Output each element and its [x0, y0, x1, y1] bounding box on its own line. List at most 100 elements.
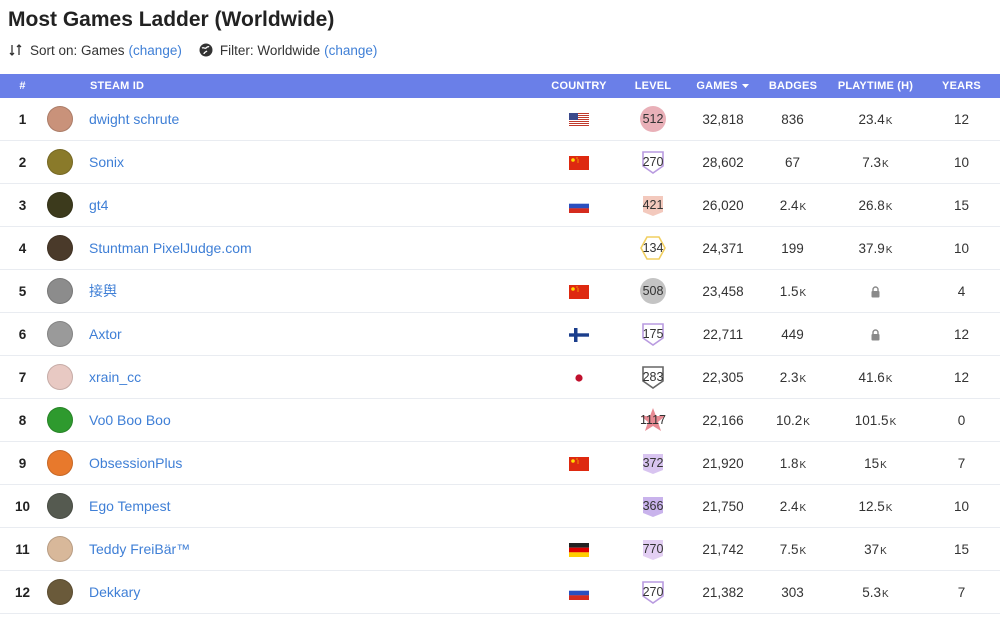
level-cell: 508	[618, 269, 688, 313]
level-badge: 270	[640, 579, 666, 605]
rank-cell: 1	[0, 98, 45, 141]
level-value: 283	[642, 370, 664, 384]
avatar[interactable]	[47, 106, 73, 132]
playtime-cell: 12.5K	[828, 484, 923, 528]
playtime-cell: 37K	[828, 527, 923, 571]
playtime-cell	[828, 269, 923, 313]
avatar[interactable]	[47, 192, 73, 218]
badges-value: 1.8	[779, 455, 799, 471]
years-cell: 12	[923, 355, 1000, 399]
player-name-link[interactable]: Ego Tempest	[89, 498, 170, 514]
country-cell	[540, 98, 618, 141]
level-badge: 421	[640, 192, 666, 218]
rank-cell: 3	[0, 183, 45, 227]
level-cell: 175	[618, 312, 688, 356]
ladder-table: # STEAM ID COUNTRY LEVEL GAMES BADGES PL…	[0, 74, 1000, 614]
level-badge: 175	[640, 321, 666, 347]
playtime-suffix: K	[885, 115, 893, 127]
avatar[interactable]	[47, 278, 73, 304]
player-name-link[interactable]: ObsessionPlus	[89, 455, 182, 471]
player-name-link[interactable]: Stuntman PixelJudge.com	[89, 240, 252, 256]
level-value: 270	[642, 155, 664, 169]
table-row[interactable]: 11 Teddy FreiBär™ 770 21,742 7.5K 37K 15	[0, 527, 1000, 571]
rank-cell: 7	[0, 355, 45, 399]
badges-suffix: K	[799, 373, 807, 385]
rank-cell: 2	[0, 140, 45, 184]
playtime-value: 37.9	[858, 240, 885, 256]
level-value: 421	[642, 198, 664, 212]
player-name-link[interactable]: Dekkary	[89, 584, 140, 600]
player-name-link[interactable]: gt4	[89, 197, 108, 213]
table-row[interactable]: 2 Sonix 270 28,602 67 7.3K 10	[0, 140, 1000, 184]
years-cell: 0	[923, 398, 1000, 442]
country-cell	[540, 355, 618, 399]
col-level[interactable]: LEVEL	[618, 74, 688, 98]
player-name-link[interactable]: xrain_cc	[89, 369, 141, 385]
country-cell	[540, 183, 618, 227]
playtime-suffix: K	[880, 545, 887, 557]
ladder-page: Most Games Ladder (Worldwide) Sort on: G…	[0, 0, 1000, 621]
table-row[interactable]: 6 Axtor 175 22,711 449 12	[0, 312, 1000, 356]
years-cell: 7	[923, 570, 1000, 614]
flag-fi-icon	[569, 327, 589, 342]
table-row[interactable]: 4 Stuntman PixelJudge.com 134 24,371 199…	[0, 226, 1000, 270]
playtime-suffix: K	[889, 416, 897, 428]
sort-change-link[interactable]: (change)	[129, 43, 182, 58]
avatar[interactable]	[47, 536, 73, 562]
col-country[interactable]: COUNTRY	[540, 74, 618, 98]
col-playtime[interactable]: PLAYTIME (H)	[828, 74, 923, 98]
playtime-value: 12.5	[858, 498, 885, 514]
avatar[interactable]	[47, 579, 73, 605]
badges-cell: 449	[758, 312, 828, 356]
filter-label: Filter: Worldwide	[219, 42, 321, 58]
player-name-link[interactable]: Vo0 Boo Boo	[89, 412, 171, 428]
badges-cell: 67	[758, 140, 828, 184]
badges-cell: 2.4K	[758, 484, 828, 528]
level-badge: 270	[640, 149, 666, 175]
level-value: 366	[642, 499, 664, 513]
table-row[interactable]: 12 Dekkary 270 21,382 303 5.3K 7	[0, 570, 1000, 614]
avatar[interactable]	[47, 407, 73, 433]
badges-suffix: K	[803, 416, 810, 428]
games-cell: 21,750	[688, 484, 758, 528]
table-row[interactable]: 3 gt4 421 26,020 2.4K 26.8K 15	[0, 183, 1000, 227]
avatar[interactable]	[47, 235, 73, 261]
table-row[interactable]: 1 dwight schrute 512 32,818 836 23.4K 12	[0, 98, 1000, 141]
avatar[interactable]	[47, 321, 73, 347]
level-cell: 512	[618, 98, 688, 141]
years-cell: 10	[923, 140, 1000, 184]
filter-change-link[interactable]: (change)	[324, 43, 377, 58]
player-name-link[interactable]: dwight schrute	[89, 111, 179, 127]
col-years[interactable]: YEARS	[923, 74, 1000, 98]
avatar[interactable]	[47, 149, 73, 175]
player-name-link[interactable]: Axtor	[89, 326, 122, 342]
table-row[interactable]: 10 Ego Tempest 366 21,750 2.4K 12.5K 10	[0, 484, 1000, 528]
player-name-link[interactable]: 接舆	[89, 281, 117, 301]
badges-value: 7.5	[779, 541, 799, 557]
badges-cell: 303	[758, 570, 828, 614]
table-row[interactable]: 9 ObsessionPlus 372 21,920 1.8K 15K 7	[0, 441, 1000, 485]
avatar[interactable]	[47, 450, 73, 476]
col-badges[interactable]: BADGES	[758, 74, 828, 98]
col-games[interactable]: GAMES	[688, 74, 758, 98]
table-row[interactable]: 5 接舆 508 23,458 1.5K 4	[0, 269, 1000, 313]
col-games-label: GAMES	[696, 80, 738, 92]
col-steam-id[interactable]: STEAM ID	[45, 74, 540, 98]
years-cell: 15	[923, 527, 1000, 571]
avatar[interactable]	[47, 493, 73, 519]
avatar[interactable]	[47, 364, 73, 390]
level-badge: 283	[640, 364, 666, 390]
table-row[interactable]: 7 xrain_cc 283 22,305 2.3K 41.6K 12	[0, 355, 1000, 399]
playtime-cell	[828, 312, 923, 356]
country-cell	[540, 484, 618, 528]
level-cell: 270	[618, 570, 688, 614]
playtime-value: 15	[864, 455, 880, 471]
player-name-link[interactable]: Sonix	[89, 154, 124, 170]
table-row[interactable]: 8 Vo0 Boo Boo 1117 22,166 10.2K 101.5K 0	[0, 398, 1000, 442]
country-cell	[540, 140, 618, 184]
player-name-link[interactable]: Teddy FreiBär™	[89, 541, 190, 557]
level-value: 770	[642, 542, 664, 556]
playtime-value: 23.4	[858, 111, 885, 127]
caret-down-icon	[741, 84, 749, 89]
level-value: 175	[642, 327, 664, 341]
